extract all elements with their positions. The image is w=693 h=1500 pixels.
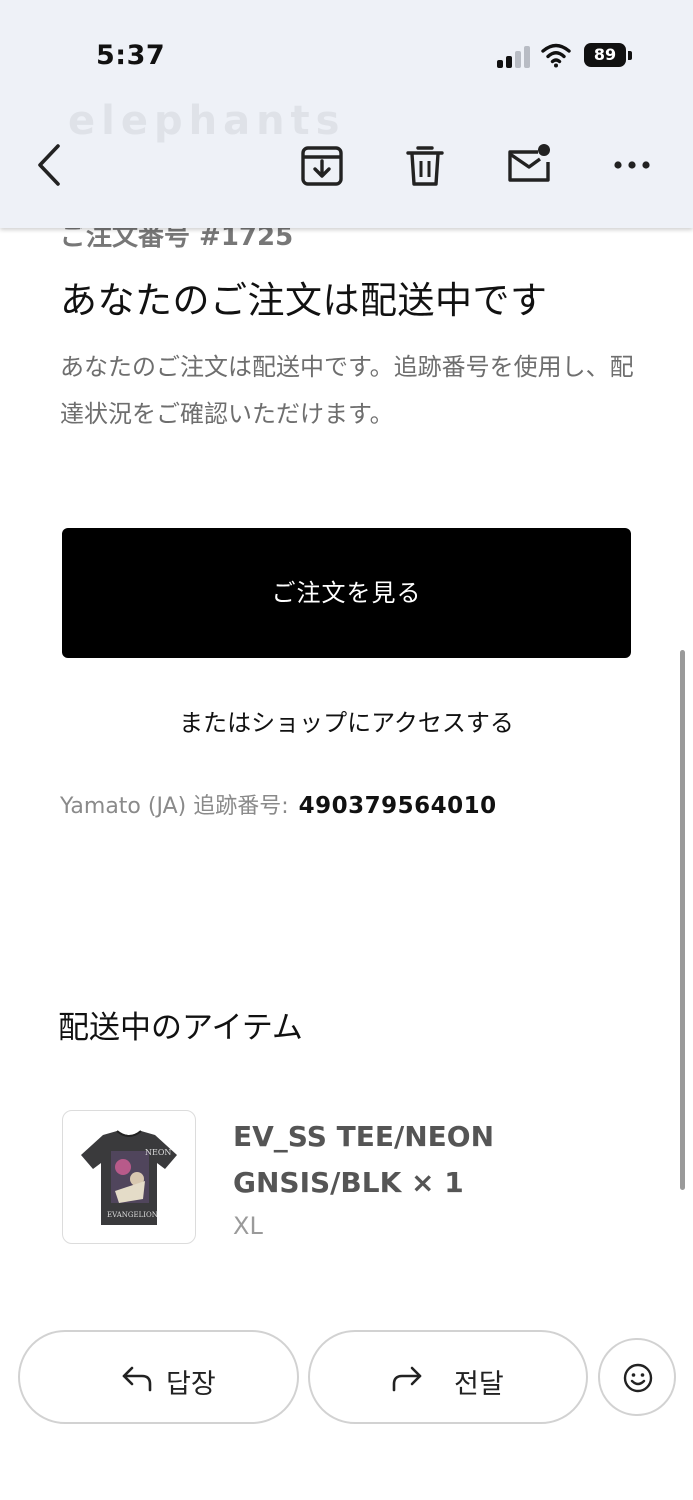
status-time: 5:37 bbox=[96, 40, 166, 71]
more-button[interactable] bbox=[608, 140, 658, 190]
back-button[interactable] bbox=[28, 140, 78, 190]
archive-icon bbox=[301, 146, 343, 186]
reply-label: 답장 bbox=[166, 1369, 216, 1400]
mark-unread-icon bbox=[508, 144, 550, 182]
tracking-info: Yamato (JA) 追跡番号: 490379564010 bbox=[60, 788, 497, 820]
battery-indicator: 89 bbox=[584, 43, 626, 67]
cellular-signal-icon bbox=[497, 44, 533, 68]
email-headline: あなたのご注文は配送中です bbox=[60, 279, 548, 322]
items-section-title: 配送中のアイテム bbox=[58, 1010, 303, 1046]
reply-button[interactable]: 답장 bbox=[18, 1330, 299, 1424]
svg-text:NEON: NEON bbox=[145, 1148, 171, 1157]
back-icon bbox=[38, 144, 60, 186]
forward-button[interactable]: 전달 bbox=[308, 1330, 588, 1424]
trash-icon bbox=[406, 146, 444, 186]
reply-arrow-icon bbox=[122, 1366, 152, 1392]
tracking-label: Yamato (JA) 追跡番号: bbox=[60, 794, 289, 819]
email-screen: ご注文番号 #1725 あなたのご注文は配送中です あなたのご注文は配送中です。… bbox=[0, 0, 693, 1500]
tshirt-image: NEON EVANGELION bbox=[81, 1130, 177, 1225]
scrollbar[interactable] bbox=[680, 650, 685, 1190]
product-thumbnail[interactable]: NEON EVANGELION bbox=[62, 1110, 196, 1244]
forward-label: 전달 bbox=[454, 1369, 504, 1400]
product-name[interactable]: EV_SS TEE/NEON GNSIS/BLK × 1 bbox=[233, 1114, 553, 1206]
sender-watermark: elephants bbox=[68, 98, 346, 144]
product-size: XL bbox=[233, 1212, 263, 1240]
delete-button[interactable] bbox=[400, 140, 450, 190]
smiley-icon bbox=[623, 1363, 653, 1393]
archive-button[interactable] bbox=[297, 140, 347, 190]
view-order-button[interactable]: ご注文を見る bbox=[62, 528, 631, 658]
battery-tip bbox=[628, 51, 632, 60]
svg-text:EVANGELION: EVANGELION bbox=[107, 1211, 158, 1219]
tracking-number[interactable]: 490379564010 bbox=[299, 793, 497, 819]
wifi-icon bbox=[541, 43, 571, 68]
mark-unread-button[interactable] bbox=[504, 140, 554, 190]
visit-shop-link[interactable]: またはショップにアクセスする bbox=[0, 703, 693, 738]
forward-arrow-icon bbox=[392, 1366, 422, 1392]
more-icon bbox=[614, 161, 650, 169]
top-toolbar: 5:37 89 elephants bbox=[0, 0, 693, 228]
email-description: あなたのご注文は配送中です。追跡番号を使用し、配達状況をご確認いただけます。 bbox=[60, 353, 634, 428]
emoji-reaction-button[interactable] bbox=[598, 1338, 676, 1416]
